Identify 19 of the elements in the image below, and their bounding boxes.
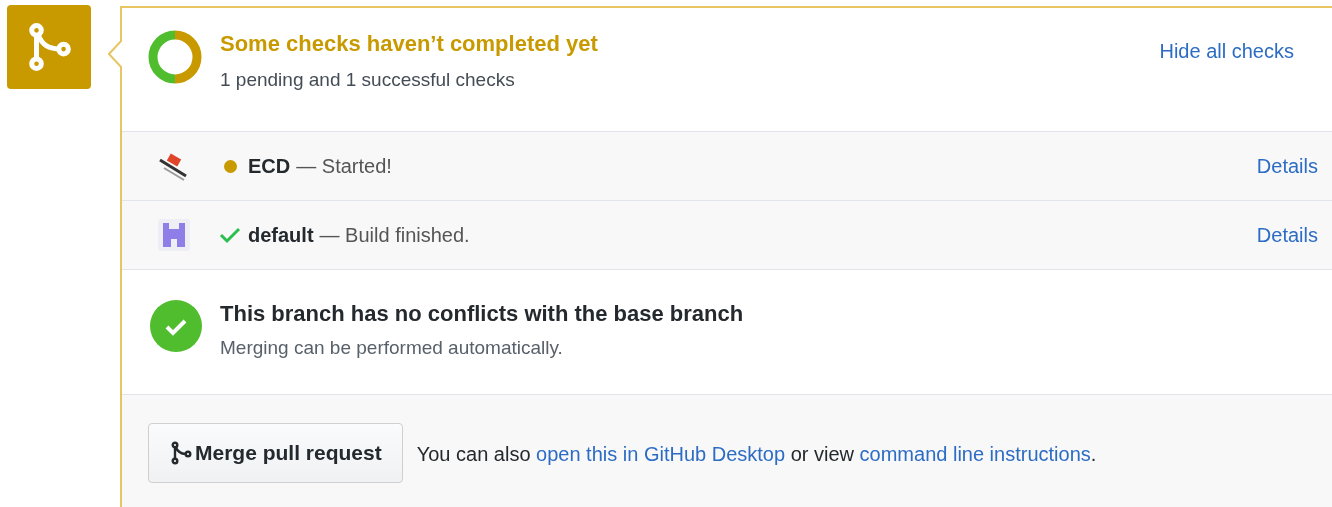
details-link[interactable]: Details — [1256, 220, 1318, 250]
merge-icon — [169, 441, 193, 465]
details-link[interactable]: Details — [1256, 151, 1318, 181]
merge-button[interactable]: Merge pull request — [148, 423, 403, 483]
merge-hint: You can also open this in GitHub Desktop or view command line instructions. — [416, 442, 1097, 467]
merge-status-title: This branch has no conflicts with the base branch — [220, 300, 744, 328]
text-link[interactable]: command line instructions — [859, 443, 1091, 465]
castle-avatar-icon — [156, 217, 192, 253]
check-name: ECD — [248, 154, 291, 179]
checks-title: Some checks haven’t completed yet — [220, 30, 599, 58]
check-name: default — [248, 223, 314, 248]
checks-summary: 1 pending and 1 successful checks — [220, 68, 516, 92]
text-link[interactable]: open this in GitHub Desktop — [536, 443, 786, 465]
hide-checks-link[interactable]: Hide all checks — [1159, 36, 1294, 66]
check-description: — Build finished. — [319, 223, 470, 248]
success-check-icon — [150, 300, 202, 352]
progress-donut-icon — [148, 30, 202, 84]
check-description: — Started! — [296, 154, 392, 179]
merge-status-subtitle: Merging can be performed automatically. — [220, 336, 564, 360]
